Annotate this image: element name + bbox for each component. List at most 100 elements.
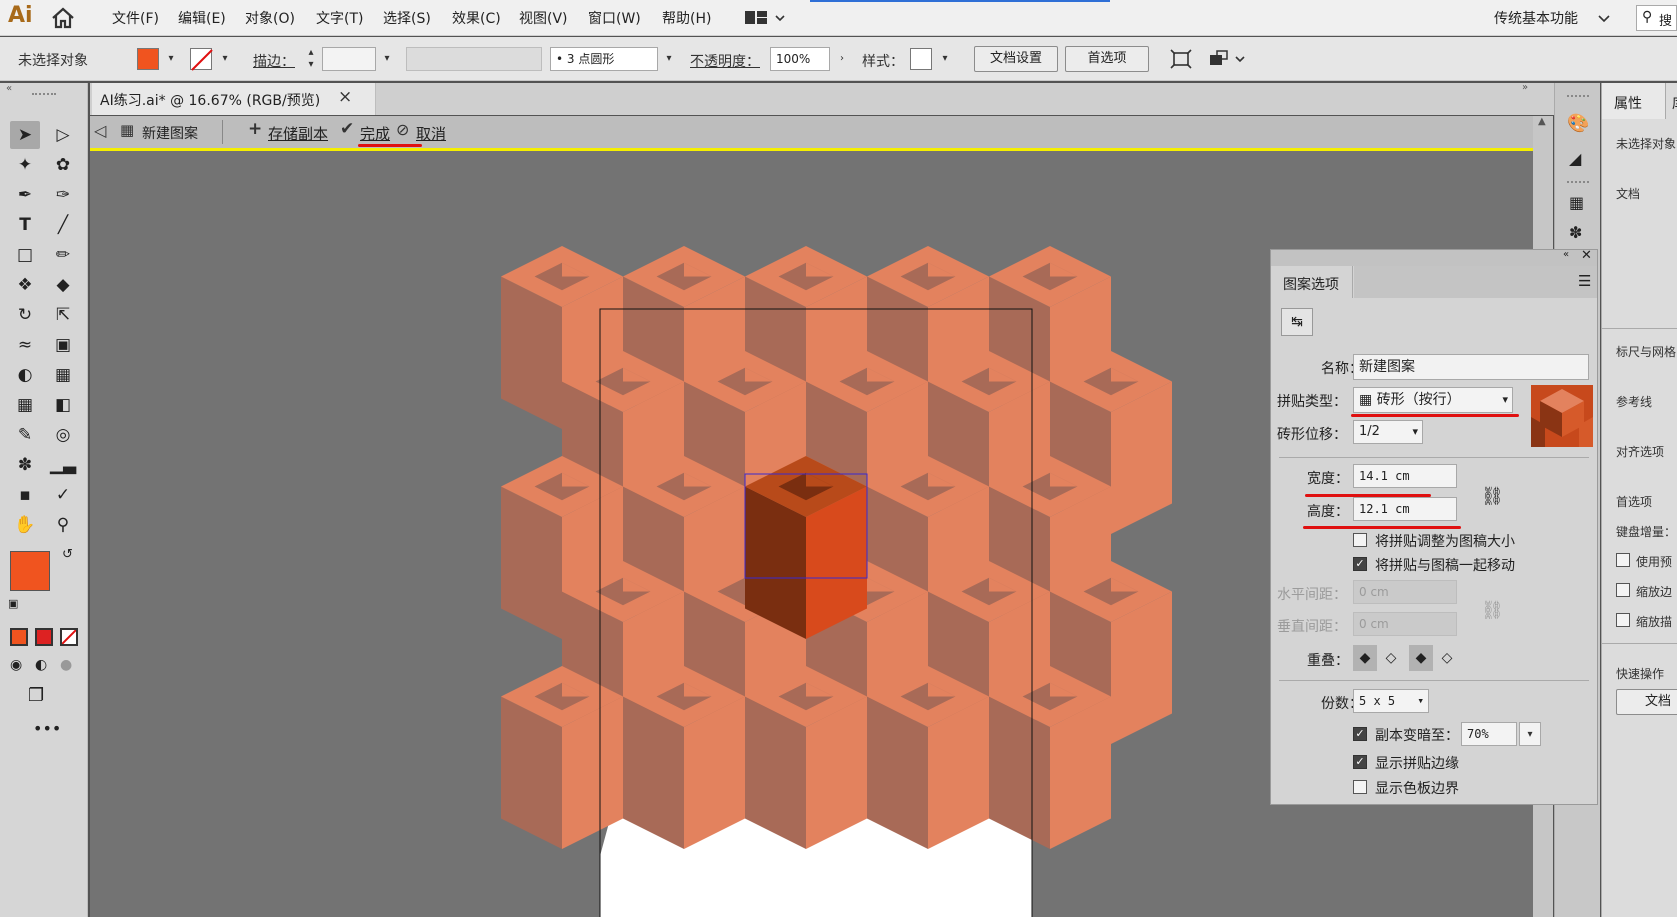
direct-selection-tool-icon[interactable]: ▷ bbox=[48, 121, 78, 149]
panel-collapse-right-icon[interactable]: » bbox=[1522, 82, 1528, 93]
done-button[interactable]: 完成 bbox=[360, 123, 390, 144]
color-guide-icon[interactable]: ◢ bbox=[1569, 149, 1581, 168]
show-tile-edge-checkbox[interactable]: ✓ bbox=[1353, 755, 1367, 769]
default-colors-icon[interactable]: ▣ bbox=[8, 597, 18, 610]
dim-copies-dropdown[interactable]: ▾ bbox=[1519, 722, 1541, 746]
opacity-label[interactable]: 不透明度： bbox=[690, 51, 760, 71]
lasso-tool-icon[interactable]: ✿ bbox=[48, 151, 78, 179]
free-transform-tool-icon[interactable]: ▣ bbox=[48, 331, 78, 359]
symbol-sprayer-tool-icon[interactable]: ✽ bbox=[10, 451, 40, 479]
top-in-front-icon[interactable]: ◆ bbox=[1409, 645, 1433, 671]
gradient-mode-icon[interactable] bbox=[35, 628, 53, 646]
properties-tab[interactable]: 属性 bbox=[1602, 83, 1666, 119]
fill-color-box[interactable] bbox=[10, 551, 50, 591]
stroke-label[interactable]: 描边： bbox=[253, 51, 295, 71]
document-setup-button[interactable]: 文档设置 bbox=[974, 46, 1058, 72]
perspective-grid-tool-icon[interactable]: ▦ bbox=[48, 361, 78, 389]
scale-strokes-checkbox[interactable] bbox=[1616, 613, 1630, 627]
blend-tool-icon[interactable]: ◎ bbox=[48, 421, 78, 449]
shape-builder-tool-icon[interactable]: ◐ bbox=[10, 361, 40, 389]
document-setup-quick-button[interactable]: 文档 bbox=[1616, 689, 1677, 715]
opacity-field[interactable]: 100% bbox=[770, 47, 830, 71]
pattern-tile-tool-icon[interactable]: ↹ bbox=[1281, 308, 1313, 336]
slice-tool-icon[interactable]: ✓ bbox=[48, 481, 78, 509]
type-tool-icon[interactable]: T bbox=[10, 211, 40, 239]
rotate-tool-icon[interactable]: ↻ bbox=[10, 301, 40, 329]
menu-window[interactable]: 窗口(W) bbox=[588, 8, 641, 28]
pattern-name-input[interactable]: 新建图案 bbox=[1353, 354, 1589, 380]
search-field[interactable]: ⚲ 搜 bbox=[1636, 5, 1677, 31]
use-preview-checkbox[interactable] bbox=[1616, 553, 1630, 567]
libraries-tab[interactable]: 库 bbox=[1672, 93, 1677, 113]
brushes-panel-icon[interactable]: ✽ bbox=[1569, 223, 1582, 242]
selection-tool-icon[interactable]: ➤ bbox=[10, 121, 40, 149]
opacity-arrow[interactable]: › bbox=[833, 47, 851, 71]
magic-wand-tool-icon[interactable]: ✦ bbox=[10, 151, 40, 179]
screen-mode-icon[interactable]: ❐ bbox=[28, 685, 44, 706]
stroke-swatch[interactable] bbox=[190, 48, 213, 71]
arrange-icon[interactable] bbox=[1208, 49, 1248, 69]
hand-tool-icon[interactable]: ✋ bbox=[10, 511, 40, 539]
draw-normal-icon[interactable]: ◉ bbox=[10, 657, 22, 673]
back-arrow-icon[interactable]: ◁ bbox=[94, 121, 106, 140]
rectangle-tool-icon[interactable]: □ bbox=[10, 241, 40, 269]
warp-tool-icon[interactable]: ≈ bbox=[10, 331, 40, 359]
right-in-front-icon[interactable]: ◇ bbox=[1379, 645, 1403, 671]
h-spacing-input[interactable]: 0 cm bbox=[1353, 580, 1457, 604]
menu-file[interactable]: 文件(F) bbox=[112, 8, 159, 28]
show-swatch-bounds-checkbox[interactable] bbox=[1353, 780, 1367, 794]
brush-field[interactable]: • 3 点圆形 bbox=[550, 47, 658, 71]
menu-help[interactable]: 帮助(H) bbox=[662, 8, 711, 28]
isolate-icon[interactable] bbox=[1170, 49, 1192, 69]
column-graph-tool-icon[interactable]: ▁▃ bbox=[48, 451, 78, 479]
style-swatch[interactable] bbox=[910, 48, 932, 70]
zoom-tool-icon[interactable]: ⚲ bbox=[48, 511, 78, 539]
scale-tool-icon[interactable]: ⇱ bbox=[48, 301, 78, 329]
none-mode-icon[interactable] bbox=[60, 628, 78, 646]
panel-collapse-icon[interactable]: « bbox=[6, 83, 12, 94]
left-in-front-icon[interactable]: ◆ bbox=[1353, 645, 1377, 671]
size-tile-to-art-checkbox[interactable] bbox=[1353, 533, 1367, 547]
color-panel-icon[interactable]: 🎨 bbox=[1567, 113, 1589, 134]
draw-behind-icon[interactable]: ◐ bbox=[35, 657, 47, 673]
mesh-tool-icon[interactable]: ▦ bbox=[10, 391, 40, 419]
eraser-tool-icon[interactable]: ◆ bbox=[48, 271, 78, 299]
panel-menu-icon[interactable]: ☰ bbox=[1578, 272, 1591, 290]
color-mode-icon[interactable] bbox=[10, 628, 28, 646]
arrange-documents-icon[interactable] bbox=[744, 9, 788, 27]
menu-select[interactable]: 选择(S) bbox=[383, 8, 431, 28]
tile-type-select[interactable]: ▦ 砖形（按行） ▾ bbox=[1353, 387, 1513, 413]
stroke-weight-stepper[interactable]: ▴ ▾ bbox=[302, 47, 320, 71]
menu-effect[interactable]: 效果(C) bbox=[452, 8, 501, 28]
cancel-button[interactable]: 取消 bbox=[416, 123, 446, 144]
line-tool-icon[interactable]: ╱ bbox=[48, 211, 78, 239]
more-tools-icon[interactable]: ••• bbox=[33, 719, 61, 738]
style-dropdown[interactable]: ▾ bbox=[936, 47, 954, 71]
dim-copies-input[interactable]: 70% bbox=[1461, 722, 1517, 746]
menu-edit[interactable]: 编辑(E) bbox=[178, 8, 226, 28]
pattern-options-tab[interactable]: 图案选项 bbox=[1271, 266, 1353, 298]
save-copy-button[interactable]: 存储副本 bbox=[268, 123, 328, 144]
workspace-switcher[interactable]: 传统基本功能 bbox=[1494, 8, 1578, 28]
shaper-tool-icon[interactable]: ❖ bbox=[10, 271, 40, 299]
width-input[interactable]: 14.1 cm bbox=[1353, 464, 1457, 488]
pen-tool-icon[interactable]: ✒ bbox=[10, 181, 40, 209]
copies-select[interactable]: 5 x 5 ▾ bbox=[1353, 689, 1429, 713]
paintbrush-tool-icon[interactable]: ✏ bbox=[48, 241, 78, 269]
brush-dropdown[interactable]: ▾ bbox=[660, 47, 678, 71]
variable-width-field[interactable] bbox=[406, 47, 542, 71]
home-icon[interactable] bbox=[50, 6, 76, 30]
artboard-tool-icon[interactable]: ▪ bbox=[10, 481, 40, 509]
close-panel-icon[interactable]: ✕ bbox=[1581, 248, 1592, 263]
curvature-tool-icon[interactable]: ✑ bbox=[48, 181, 78, 209]
height-input[interactable]: 12.1 cm bbox=[1353, 497, 1457, 521]
draw-inside-icon[interactable]: ● bbox=[60, 657, 72, 673]
preferences-button[interactable]: 首选项 bbox=[1065, 46, 1149, 72]
scroll-up-icon[interactable]: ▲ bbox=[1538, 116, 1546, 127]
brick-offset-select[interactable]: 1/2 ▾ bbox=[1353, 420, 1423, 444]
close-icon[interactable]: × bbox=[338, 87, 352, 107]
stroke-weight-dropdown[interactable]: ▾ bbox=[378, 47, 396, 71]
link-spacing-icon[interactable]: ⛓ bbox=[1481, 600, 1504, 621]
unlink-proportions-icon[interactable]: ⛓ bbox=[1481, 486, 1504, 507]
bottom-in-front-icon[interactable]: ◇ bbox=[1435, 645, 1459, 671]
